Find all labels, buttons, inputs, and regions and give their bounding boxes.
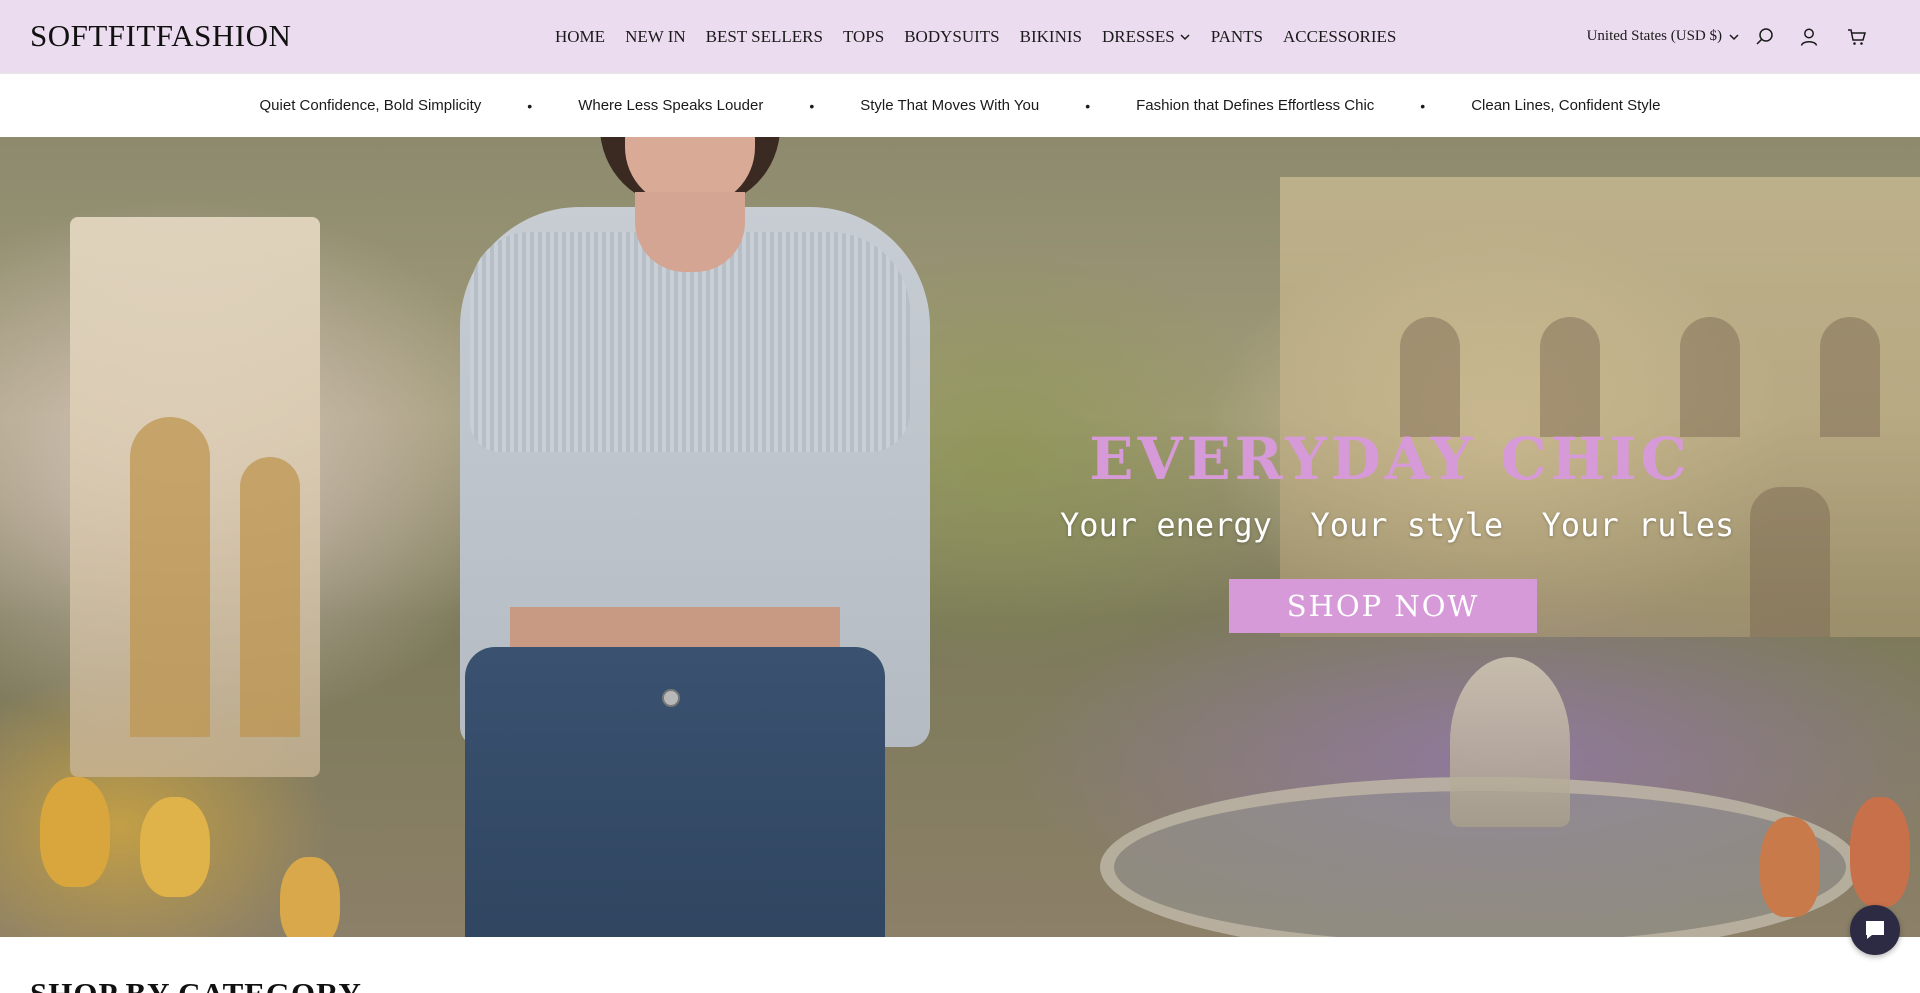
cart-icon[interactable]: [1846, 26, 1868, 48]
announcement-item: Quiet Confidence, Bold Simplicity: [259, 97, 482, 114]
nav-accessories[interactable]: ACCESSORIES: [1273, 27, 1406, 47]
hero-background-manor: [1280, 177, 1920, 637]
announcement-item: Clean Lines, Confident Style: [1471, 97, 1661, 114]
chat-button[interactable]: [1850, 905, 1900, 955]
hero-model-image: [440, 137, 960, 937]
currency-label: United States (USD $): [1586, 28, 1722, 44]
currency-selector[interactable]: United States (USD $): [1587, 28, 1740, 45]
nav-home[interactable]: HOME: [555, 27, 615, 47]
announcement-item: Style That Moves With You: [860, 97, 1040, 114]
nav-best-sellers-label: BEST SELLERS: [705, 26, 823, 46]
account-icon[interactable]: [1798, 26, 1820, 48]
main-nav: HOME NEW IN BEST SELLERS TOPS BODYSUITS …: [555, 0, 1406, 73]
section-title: SHOP BY CATEGORY: [30, 976, 362, 993]
nav-bodysuits-label: BODYSUITS: [904, 26, 1000, 46]
nav-bikinis-label: BIKINIS: [1019, 26, 1082, 46]
nav-pants-label: PANTS: [1210, 26, 1264, 46]
nav-bikinis[interactable]: BIKINIS: [1010, 27, 1092, 47]
nav-home-label: HOME: [555, 26, 606, 46]
nav-pants[interactable]: PANTS: [1201, 27, 1273, 47]
nav-accessories-label: ACCESSORIES: [1283, 26, 1397, 46]
nav-tops-label: TOPS: [842, 26, 885, 46]
nav-best-sellers[interactable]: BEST SELLERS: [696, 27, 833, 47]
chevron-down-icon: [1729, 33, 1739, 40]
hero-title: EVERYDAY CHIC: [1089, 425, 1691, 493]
announcement-separator: •: [1420, 97, 1426, 114]
nav-dresses-label: DRESSES: [1101, 26, 1175, 46]
chevron-down-icon: [1180, 33, 1190, 40]
hero-fountain-tier: [1450, 657, 1570, 827]
nav-bodysuits[interactable]: BODYSUITS: [894, 27, 1009, 47]
shop-now-button[interactable]: SHOP NOW: [1229, 579, 1537, 633]
announcement-separator: •: [1085, 97, 1091, 114]
hero-background-villa: [70, 217, 320, 777]
announcement-separator: •: [809, 97, 815, 114]
announcement-item: Where Less Speaks Louder: [578, 97, 764, 114]
header-actions: United States (USD $): [1587, 0, 1868, 73]
announcement-separator: •: [527, 97, 533, 114]
search-icon[interactable]: [1754, 26, 1776, 48]
nav-new-in[interactable]: NEW IN: [615, 27, 696, 47]
site-logo[interactable]: SOFTFITFASHION: [30, 17, 291, 55]
chat-icon: [1866, 921, 1884, 939]
nav-dresses[interactable]: DRESSES: [1092, 27, 1201, 47]
hero-subtitle: Your energy Your style Your rules: [1060, 506, 1735, 544]
site-header: SOFTFITFASHION HOME NEW IN BEST SELLERS …: [0, 0, 1920, 73]
nav-new-in-label: NEW IN: [625, 26, 686, 46]
announcement-item: Fashion that Defines Effortless Chic: [1136, 97, 1375, 114]
nav-tops[interactable]: TOPS: [833, 27, 894, 47]
announcement-bar: Quiet Confidence, Bold Simplicity • Wher…: [0, 73, 1920, 137]
hero-banner: EVERYDAY CHIC Your energy Your style You…: [0, 137, 1920, 937]
